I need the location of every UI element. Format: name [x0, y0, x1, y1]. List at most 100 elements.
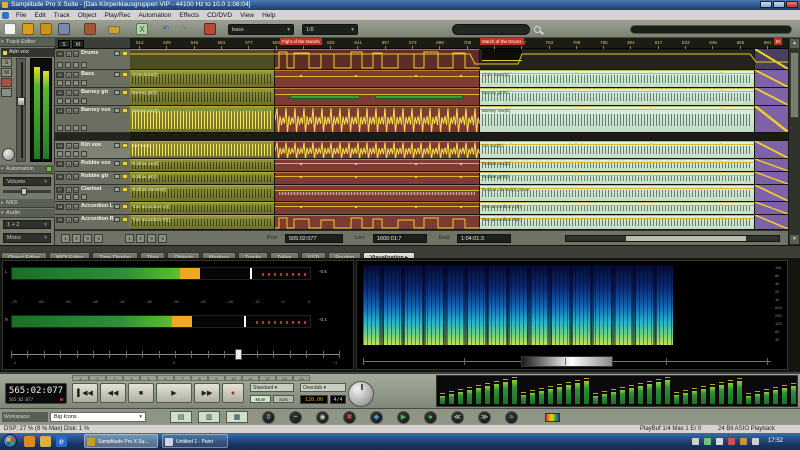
link-objects-icon[interactable]: ◆	[370, 411, 383, 424]
grid-view-toggle[interactable]: ▦	[226, 411, 248, 423]
track-mini-button[interactable]	[57, 125, 63, 131]
track-mini-button[interactable]	[73, 80, 79, 86]
track-mini-button[interactable]	[81, 62, 87, 68]
len-field[interactable]: 1600:01:7	[373, 234, 427, 243]
quicklaunch-folder-icon[interactable]	[40, 436, 51, 447]
bus-button[interactable]: 1	[125, 234, 134, 243]
clip-mint[interactable]: Barney gtr(E)	[480, 88, 755, 105]
clip-purple[interactable]	[755, 185, 788, 201]
crossfade-right-icon[interactable]: ≫	[478, 411, 491, 424]
taskbar-window-paint[interactable]: Untitled 1 - Paint	[162, 434, 228, 448]
range-bar[interactable]	[630, 25, 792, 34]
track-mini-button[interactable]	[65, 151, 71, 157]
taskbar-window-samplitude[interactable]: Samplitude Pro X Su...	[84, 434, 158, 448]
audio-mode-dropdown[interactable]: Mono▾	[3, 233, 51, 243]
track-name-field[interactable]: Adri vox	[1, 48, 54, 57]
playback-volume-knob[interactable]	[348, 381, 374, 407]
undo-icon[interactable]: ↶	[160, 23, 172, 35]
track-solo-button[interactable]: S	[66, 217, 72, 223]
clip-mint[interactable]: Tom accordion L(E)	[480, 202, 755, 214]
transport-marker-cell[interactable]: 7	[174, 375, 191, 381]
track-mini-button[interactable]	[73, 62, 79, 68]
track-header[interactable]: 15SMRobbie vox	[55, 159, 130, 172]
track-header[interactable]: 17SMClarinet	[55, 185, 130, 202]
transport-marker-cell[interactable]: 4	[123, 375, 140, 381]
automation-section-header[interactable]: ▾Automation	[0, 165, 55, 174]
clip-mint[interactable]: Barney vox(E)	[480, 106, 755, 132]
track-mute-button[interactable]: M	[73, 174, 79, 180]
track-header[interactable]: 14SMKiri vox	[55, 141, 130, 159]
pos-field[interactable]: 565:02:077	[285, 234, 343, 243]
record-mode-dropdown[interactable]: Overdub ▾	[300, 383, 346, 392]
track-mini-button[interactable]	[73, 98, 79, 104]
color-gradient-icon[interactable]	[545, 413, 560, 422]
clip-purple[interactable]	[755, 70, 788, 87]
clip-purple[interactable]	[755, 88, 788, 105]
mixer-view-toggle[interactable]: ▥	[198, 411, 220, 423]
bus-button[interactable]: 3	[147, 234, 156, 243]
scroll-down-icon[interactable]: ▼	[790, 235, 799, 244]
transport-marker-cell[interactable]: 5	[140, 375, 157, 381]
track-mini-button[interactable]	[65, 80, 71, 86]
track-lane[interactable]: Chris bass(t)Chris bass(E)	[130, 70, 788, 88]
monitor-dropdown[interactable]: bass▾	[228, 24, 294, 35]
save-icon[interactable]	[58, 23, 70, 35]
play-mode-dropdown[interactable]: Standard ▾	[250, 383, 294, 392]
expand-vertical-icon[interactable]: ⇳	[262, 411, 275, 424]
tray-security-icon[interactable]	[740, 438, 747, 445]
rewind-button[interactable]: ◀◀	[100, 383, 126, 403]
play-object-icon[interactable]: ▶	[397, 411, 410, 424]
clip-mint[interactable]: Robbie vox(E)	[480, 159, 755, 171]
clip-purple[interactable]	[755, 141, 788, 158]
track-mini-button[interactable]	[57, 194, 63, 200]
track-fx-button[interactable]	[114, 187, 120, 192]
track-header[interactable]: 18SMAccordion L	[55, 202, 130, 215]
bus-button[interactable]: 4	[158, 234, 167, 243]
horizontal-scrollbar[interactable]	[565, 235, 780, 242]
track-fx-button[interactable]	[114, 161, 120, 166]
play-button[interactable]: ▶	[156, 383, 192, 403]
track-solo-button[interactable]: S	[66, 108, 72, 114]
clip-purple[interactable]	[755, 159, 788, 171]
bus-button[interactable]: 1	[61, 234, 70, 243]
solo-button[interactable]: S	[1, 58, 12, 67]
track-mute-button[interactable]: M	[73, 72, 79, 78]
track-mini-button[interactable]	[65, 98, 71, 104]
transport-marker-cell[interactable]: 14	[293, 375, 310, 381]
track-header[interactable]: 12SMBarney gtr	[55, 88, 130, 106]
fade-icon[interactable]: ≈	[505, 411, 518, 424]
clip-maroon[interactable]	[275, 185, 480, 201]
clip-olive[interactable]: Kiri vox(t)	[130, 141, 275, 158]
track-header[interactable]: 19SMAccordion R	[55, 215, 130, 230]
track-solo-button[interactable]: S	[66, 204, 72, 210]
scroll-up-icon[interactable]: ▲	[790, 39, 799, 48]
track-mini-button[interactable]	[73, 151, 79, 157]
open-folder-icon[interactable]	[22, 23, 34, 35]
menu-track[interactable]: Track	[50, 10, 74, 21]
track-lane[interactable]: Tom accordion R(t)Tom accordion R(E)	[130, 215, 788, 230]
time-signature-display[interactable]: 4/4	[330, 395, 346, 404]
volume-fader[interactable]	[16, 58, 26, 162]
menu-help[interactable]: Help	[258, 10, 279, 21]
track-fx-button[interactable]	[114, 72, 120, 77]
minimize-button[interactable]	[760, 1, 772, 8]
track-solo-button[interactable]: S	[66, 187, 72, 193]
clip-purple[interactable]	[755, 172, 788, 184]
track-lane[interactable]: Kiri vox(t) Kiri vox(E)	[130, 141, 788, 159]
audio-io-dropdown[interactable]: 1 + 2▾	[3, 220, 51, 229]
record-button[interactable]: ●	[222, 383, 244, 403]
track-lane[interactable]: Robbie gtr(t)Robbie gtr(E)	[130, 172, 788, 185]
menu-cddvd[interactable]: CD/DVD	[203, 10, 236, 21]
transport-marker-cell[interactable]: 11	[242, 375, 259, 381]
menu-automation[interactable]: Automation	[135, 10, 176, 21]
search-field[interactable]	[452, 24, 530, 35]
clip-mint[interactable]: Kiri vox(E)	[480, 141, 755, 158]
clip-olive[interactable]: Barney vox(t)	[130, 106, 275, 132]
track-editor-header[interactable]: ▾Track Editor	[0, 38, 55, 47]
clip-mint[interactable]: Tom accordion R(E)	[480, 215, 755, 229]
marker-flag[interactable]: March of the Drums	[480, 38, 524, 45]
cut-tool-icon[interactable]	[84, 23, 96, 35]
pan-knob[interactable]	[2, 148, 15, 161]
global-solo-button[interactable]: S	[58, 40, 70, 48]
transport-marker-cell[interactable]: 12	[259, 375, 276, 381]
